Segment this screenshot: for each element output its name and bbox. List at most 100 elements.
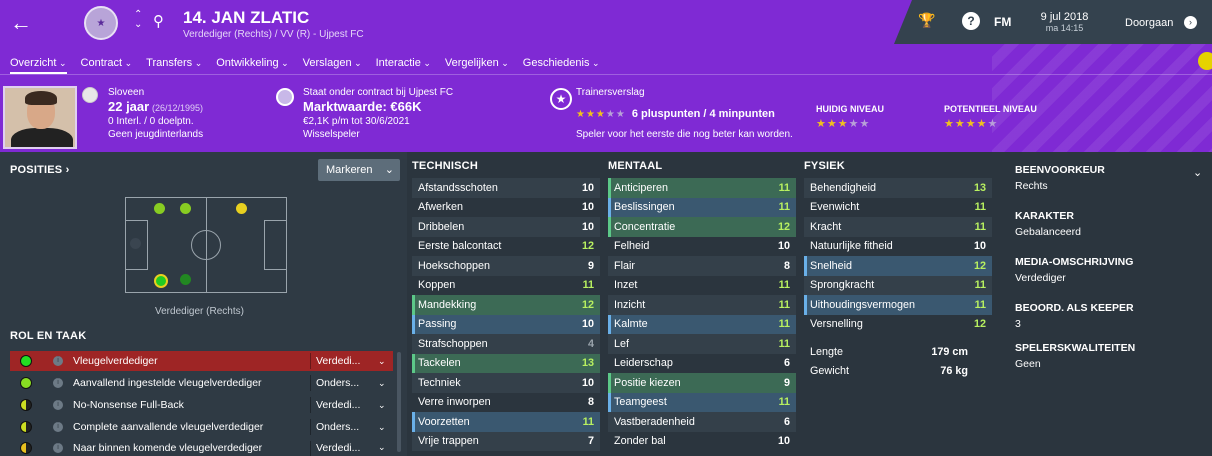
attribute-row[interactable]: Felheid 10: [608, 237, 796, 257]
attribute-row[interactable]: Vrije trappen 7: [412, 431, 600, 451]
attribute-row[interactable]: Dribbelen 10: [412, 217, 600, 237]
player-switch-arrows[interactable]: ⌃ ⌄: [134, 10, 142, 30]
info-icon[interactable]: i: [53, 442, 63, 453]
role-row[interactable]: i Vleugelverdediger Verdedi... ⌄: [10, 351, 393, 371]
attribute-row[interactable]: Kracht 11: [804, 217, 992, 237]
attribute-name: Beslissingen: [614, 201, 675, 214]
role-duty[interactable]: Onders...: [316, 421, 366, 433]
notification-dot-icon[interactable]: [1198, 52, 1212, 70]
tab-verslagen[interactable]: Verslagen: [303, 54, 362, 74]
info-icon[interactable]: i: [53, 422, 63, 432]
attribute-row[interactable]: Techniek 10: [412, 373, 600, 393]
back-arrow-icon[interactable]: ←: [10, 10, 32, 36]
attribute-row[interactable]: Anticiperen 11: [608, 178, 796, 198]
chevron-down-icon[interactable]: ⌄: [378, 356, 386, 367]
chevron-down-icon[interactable]: ⌄: [378, 422, 386, 433]
mark-dropdown-label: Markeren: [326, 164, 373, 176]
attribute-name: Snelheid: [810, 259, 853, 272]
tab-vergelijken[interactable]: Vergelijken: [445, 54, 509, 74]
attribute-row[interactable]: Hoekschoppen 9: [412, 256, 600, 276]
attribute-row[interactable]: Passing 10: [412, 314, 600, 334]
attribute-row[interactable]: Beslissingen 11: [608, 197, 796, 217]
attribute-row[interactable]: Voorzetten 11: [412, 412, 600, 432]
attribute-row[interactable]: Mandekking 12: [412, 295, 600, 315]
nationality-flag-icon: [82, 87, 98, 103]
role-row[interactable]: i Complete aanvallende vleugelverdediger…: [10, 417, 393, 437]
player-position-club[interactable]: Verdediger (Rechts) / VV (R) - Ujpest FC: [183, 29, 364, 40]
mark-dropdown[interactable]: Markeren ⌄: [318, 159, 400, 181]
attribute-row[interactable]: Verre inworpen 8: [412, 393, 600, 413]
trainer-report-title[interactable]: Trainersverslag: [576, 87, 645, 98]
tab-overzicht[interactable]: Overzicht: [10, 54, 67, 74]
position-dot: [180, 203, 191, 214]
info-icon[interactable]: i: [53, 356, 63, 366]
player-header: ← ★ ⌃ ⌄ ⚲ 14. JAN ZLATIC Verdediger (Rech…: [0, 0, 1212, 152]
attribute-row[interactable]: Inzet 11: [608, 276, 796, 296]
international-caps: 0 Interl. / 0 doelptn.: [108, 116, 194, 127]
attribute-row[interactable]: Kalmte 11: [608, 314, 796, 334]
continue-arrow-icon[interactable]: ›: [1184, 16, 1197, 29]
attribute-row[interactable]: Inzicht 11: [608, 295, 796, 315]
attribute-row[interactable]: Behendigheid 13: [804, 178, 992, 198]
attribute-row[interactable]: Afwerken 10: [412, 198, 600, 218]
potential-level: POTENTIEEL NIVEAU ★★★★★: [944, 104, 1037, 130]
attribute-row[interactable]: Evenwicht 11: [804, 198, 992, 218]
role-duty[interactable]: Onders...: [316, 377, 366, 389]
attribute-row[interactable]: Concentratie 12: [608, 217, 796, 237]
attribute-row[interactable]: Positie kiezen 9: [608, 373, 796, 393]
attribute-value: 6: [783, 357, 790, 370]
chevron-down-icon[interactable]: ⌄: [1193, 166, 1202, 179]
role-duty[interactable]: Verdedi...: [316, 399, 366, 411]
tab-transfers[interactable]: Transfers: [146, 54, 202, 74]
positions-title[interactable]: POSITIES ›: [10, 164, 69, 176]
attribute-row[interactable]: Natuurlijke fitheid 10: [804, 237, 992, 257]
chevron-down-icon[interactable]: ⌄: [378, 442, 386, 453]
character-label: KARAKTER: [1015, 210, 1074, 222]
attribute-row[interactable]: Flair 8: [608, 256, 796, 276]
weight-value: 76 kg: [940, 365, 968, 378]
attribute-row[interactable]: Sprongkracht 11: [804, 275, 992, 295]
attribute-row[interactable]: Snelheid 12: [804, 256, 992, 276]
tab-interactie[interactable]: Interactie: [376, 54, 431, 74]
help-icon[interactable]: ?: [962, 12, 980, 30]
trophy-icon[interactable]: 🏆: [918, 12, 935, 29]
info-icon[interactable]: i: [53, 378, 63, 388]
trainer-star-icon: ★: [550, 88, 572, 110]
info-icon[interactable]: i: [53, 400, 63, 410]
attribute-row[interactable]: Zonder bal 10: [608, 432, 796, 452]
fm-logo[interactable]: FM: [994, 15, 1011, 29]
nationality[interactable]: Sloveen: [108, 86, 203, 99]
attribute-row[interactable]: Vastberadenheid 6: [608, 412, 796, 432]
attribute-row[interactable]: Eerste balcontact 12: [412, 237, 600, 257]
search-icon[interactable]: ⚲: [153, 12, 164, 30]
roles-scrollbar[interactable]: [397, 352, 401, 452]
attribute-row[interactable]: Afstandsschoten 10: [412, 178, 600, 198]
role-duty[interactable]: Verdedi...: [316, 442, 366, 454]
attribute-row[interactable]: Koppen 11: [412, 276, 600, 296]
foot-label: BEENVOORKEUR: [1015, 164, 1105, 176]
role-row[interactable]: i Naar binnen komende vleugelverdediger …: [10, 439, 393, 456]
continue-button[interactable]: Doorgaan: [1125, 17, 1173, 29]
attribute-row[interactable]: Teamgeest 11: [608, 392, 796, 412]
attribute-value: 11: [974, 298, 986, 311]
club-crest-icon[interactable]: ★: [84, 6, 118, 40]
attribute-name: Passing: [418, 318, 457, 331]
attribute-row[interactable]: Versnelling 12: [804, 315, 992, 335]
qualities-block: SPELERSKWALITEITEN Geen: [1015, 342, 1135, 370]
role-duty[interactable]: Verdedi...: [316, 355, 366, 367]
roles-title: ROL EN TAAK: [10, 330, 87, 342]
role-row[interactable]: i No-Nonsense Full-Back Verdedi... ⌄: [10, 395, 393, 415]
role-row[interactable]: i Aanvallend ingestelde vleugelverdedige…: [10, 373, 393, 393]
attribute-row[interactable]: Uithoudingsvermogen 11: [804, 295, 992, 315]
tab-geschiedenis[interactable]: Geschiedenis: [523, 54, 600, 74]
attribute-row[interactable]: Leiderschap 6: [608, 354, 796, 374]
attribute-row[interactable]: Strafschoppen 4: [412, 334, 600, 354]
chevron-down-icon[interactable]: ⌄: [378, 378, 386, 389]
tab-ontwikkeling[interactable]: Ontwikkeling: [216, 54, 288, 74]
tab-contract[interactable]: Contract: [81, 54, 133, 74]
attribute-row[interactable]: Lef 11: [608, 334, 796, 354]
chevron-down-icon[interactable]: ⌄: [378, 400, 386, 411]
attribute-name: Techniek: [418, 376, 461, 389]
attribute-row[interactable]: Tackelen 13: [412, 353, 600, 373]
attribute-name: Strafschoppen: [418, 337, 488, 350]
